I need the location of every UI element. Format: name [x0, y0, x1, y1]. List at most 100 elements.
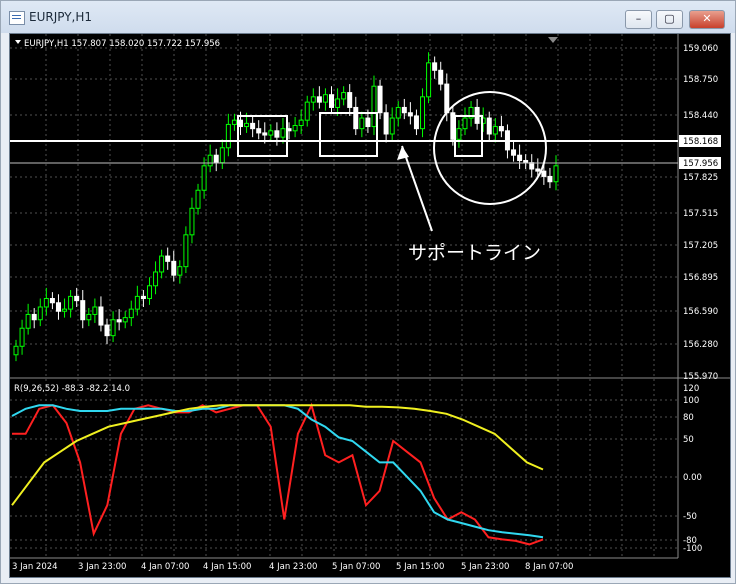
- candle-body: [43, 298, 49, 308]
- ohlc-info: EURJPY,H1 157.807 158.020 157.722 157.95…: [24, 39, 220, 49]
- candle-body: [329, 94, 335, 108]
- time-tick: 3 Jan 23:00: [78, 562, 126, 572]
- candle-body: [225, 123, 231, 149]
- candle-body: [529, 162, 535, 170]
- candle-body: [110, 319, 116, 337]
- candle-body: [104, 324, 110, 337]
- price-candles: [13, 52, 559, 362]
- time-tick: 5 Jan 15:00: [396, 562, 444, 572]
- candle-body: [31, 313, 37, 321]
- candle-body: [389, 117, 395, 135]
- candle-body: [219, 147, 225, 164]
- candle-body: [207, 154, 213, 167]
- support-line-annotation-text: サポートライン: [408, 242, 541, 264]
- candle-body: [298, 119, 304, 126]
- candle-body: [237, 119, 243, 128]
- indicator-info: R(9,26,52) -88.3 -82.2 14.0: [14, 384, 130, 394]
- candle-body: [486, 117, 492, 135]
- indicator-tick: 80: [683, 413, 694, 423]
- candle-body: [462, 117, 468, 130]
- candle-body: [19, 327, 25, 347]
- candle-body: [37, 306, 43, 321]
- time-tick: 5 Jan 23:00: [461, 562, 509, 572]
- price-tick: 157.205: [683, 241, 718, 251]
- candle-body: [322, 94, 328, 103]
- candle-body: [426, 62, 432, 98]
- candle-body: [49, 298, 55, 304]
- candle-body: [98, 306, 104, 326]
- candle-body: [456, 128, 462, 140]
- time-tick: 8 Jan 07:00: [525, 562, 573, 572]
- candle-body: [420, 96, 426, 130]
- candle-body: [25, 313, 31, 329]
- candle-body: [353, 106, 359, 130]
- candle-body: [116, 319, 122, 323]
- price-tick: 159.060: [683, 44, 718, 54]
- candle-body: [371, 85, 377, 128]
- indicator-tick: 120: [683, 384, 699, 394]
- candle-body: [171, 260, 177, 276]
- annotation-circle: [433, 91, 547, 205]
- candle-body: [62, 308, 68, 312]
- candle-body: [86, 313, 92, 321]
- candle-body: [13, 345, 19, 356]
- candle-body: [146, 285, 152, 300]
- chart-area[interactable]: サポートライン EURJPY,H1 157.807 158.020 157.72…: [9, 33, 731, 578]
- candle-body: [535, 168, 541, 172]
- candle-body: [189, 207, 195, 236]
- candle-body: [341, 92, 347, 100]
- candle-body: [122, 317, 128, 323]
- minimize-button[interactable]: –: [625, 10, 652, 29]
- candle-body: [153, 271, 159, 287]
- indicator-tick: -100: [683, 544, 702, 554]
- candle-body: [407, 112, 413, 117]
- candle-body: [68, 295, 74, 310]
- chart-window: EURJPY,H1 – ▢ ✕ サポートライン EURJPY,H1 157.80…: [0, 0, 736, 584]
- price-axis: 159.060 158.750 158.440 157.825 157.515 …: [683, 44, 718, 382]
- price-tick: 157.515: [683, 209, 718, 219]
- candle-body: [498, 126, 504, 132]
- candle-body: [165, 255, 171, 262]
- maximize-button[interactable]: ▢: [656, 10, 683, 29]
- candle-body: [231, 119, 237, 125]
- indicator-lines: [11, 402, 544, 546]
- price-tick: 158.750: [683, 75, 718, 85]
- candle-body: [244, 122, 250, 128]
- candle-body: [268, 130, 274, 136]
- indicator-tick: -50: [683, 512, 697, 522]
- candle-body: [335, 98, 341, 108]
- close-button[interactable]: ✕: [689, 10, 725, 29]
- candle-body: [432, 62, 438, 71]
- time-tick: 3 Jan 2024: [12, 562, 58, 572]
- price-tick: 156.280: [683, 340, 718, 350]
- candle-body: [347, 92, 353, 108]
- candle-body: [183, 234, 189, 268]
- time-tick: 4 Jan 23:00: [269, 562, 317, 572]
- candle-body: [262, 132, 268, 136]
- candle-body: [256, 128, 262, 134]
- time-axis: 3 Jan 2024 3 Jan 23:00 4 Jan 07:00 4 Jan…: [12, 562, 573, 572]
- candle-body: [359, 117, 365, 130]
- candle-body: [140, 295, 146, 300]
- candle-body: [195, 189, 201, 209]
- annotation-box-1: [237, 115, 288, 157]
- candle-body: [316, 96, 322, 103]
- chart-svg[interactable]: サポートライン EURJPY,H1 157.807 158.020 157.72…: [10, 34, 730, 577]
- candle-body: [304, 101, 310, 121]
- candle-body: [74, 295, 80, 302]
- price-tick: 155.970: [683, 372, 718, 382]
- indicator-axis: 120 100 80 50 0.00 -50 -80 -100: [683, 384, 702, 554]
- candle-body: [553, 165, 559, 183]
- time-tick: 4 Jan 15:00: [203, 562, 251, 572]
- time-tick: 4 Jan 07:00: [141, 562, 189, 572]
- chart-shift-marker-icon[interactable]: [548, 37, 558, 43]
- window-title: EURJPY,H1: [29, 10, 93, 24]
- symbol-dropdown-icon[interactable]: [15, 40, 21, 44]
- candle-body: [280, 128, 286, 138]
- candle-body: [134, 295, 140, 310]
- annotation-arrow: [401, 145, 433, 232]
- indicator-tick: 50: [683, 435, 694, 445]
- title-bar[interactable]: EURJPY,H1 – ▢ ✕: [1, 1, 735, 33]
- candle-body: [383, 112, 389, 135]
- chart-window-icon: [9, 11, 25, 25]
